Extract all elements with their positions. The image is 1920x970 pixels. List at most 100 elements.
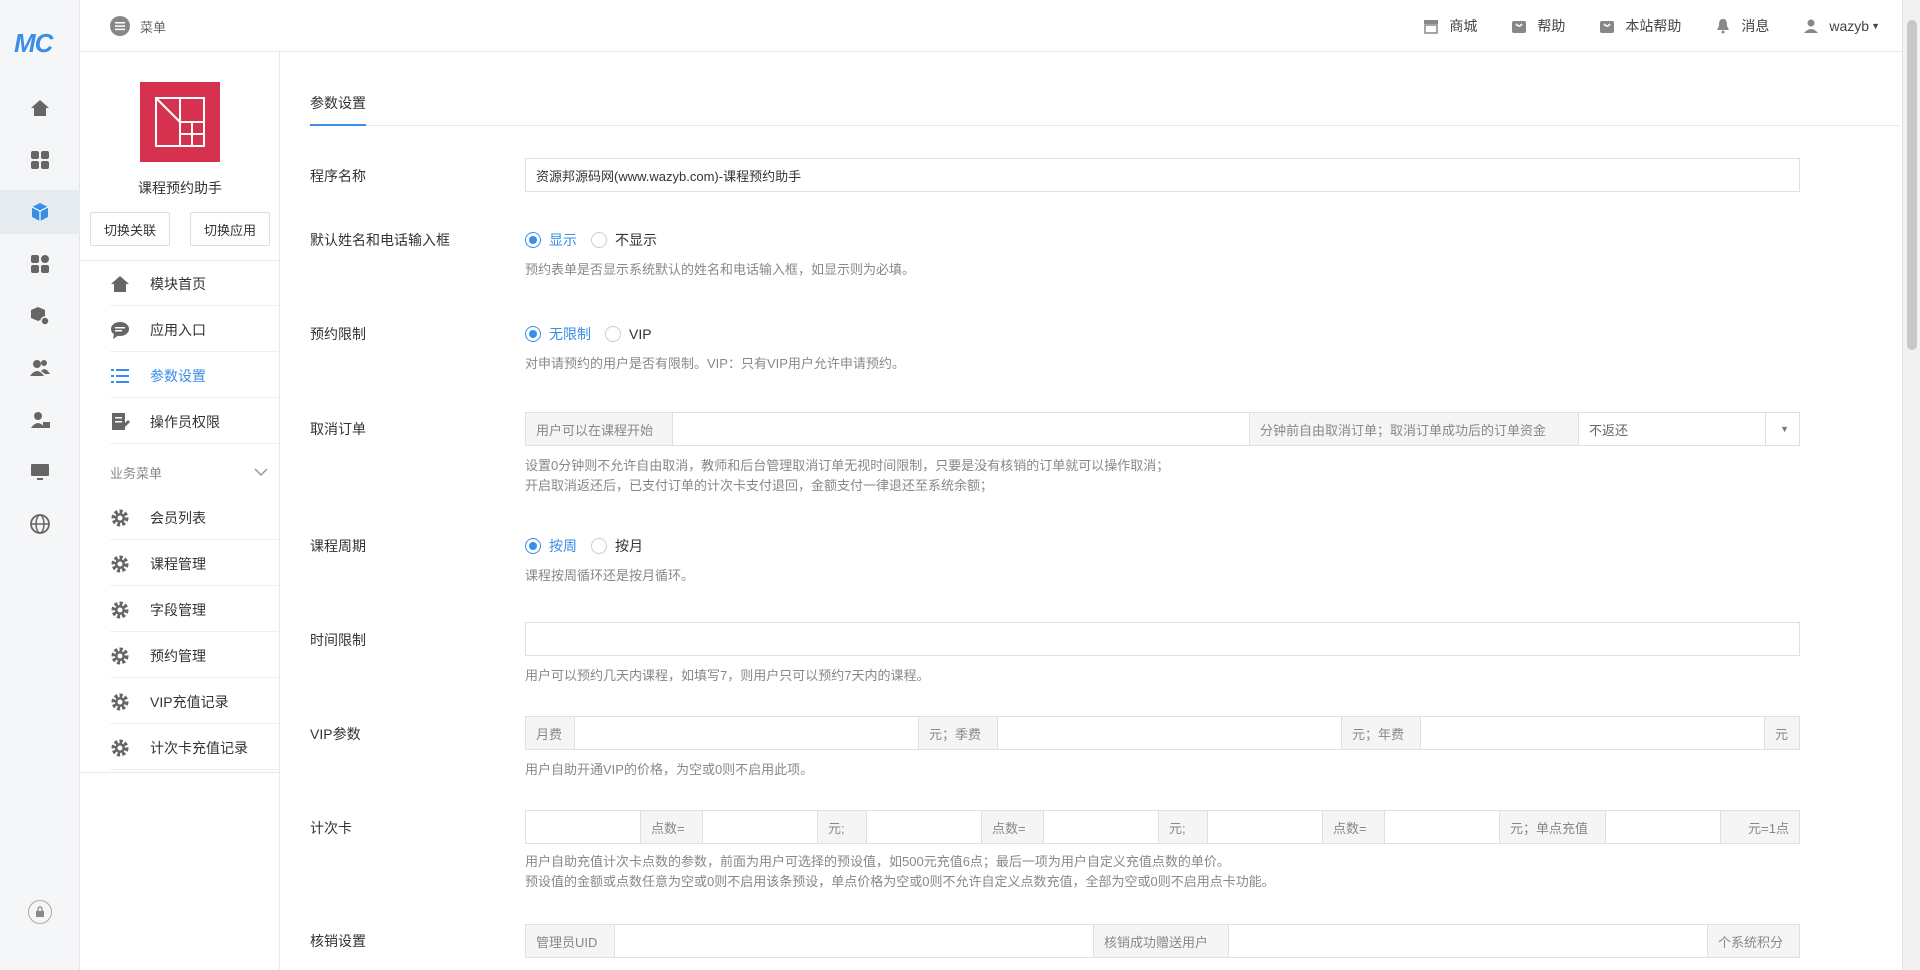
chevron-down-icon [254, 465, 268, 480]
limit-hint: 对申请预约的用户是否有限制。VIP：只有VIP用户允许申请预约。 [525, 356, 905, 371]
nav-messages[interactable]: 消息 [1715, 16, 1769, 36]
brand-logo[interactable]: MC [14, 28, 53, 59]
home-icon [110, 274, 130, 294]
limit-label: 预约限制 [310, 326, 366, 342]
nav-site-help[interactable]: 本站帮助 [1599, 16, 1681, 36]
card-hint-1: 用户自助充值计次卡点数的参数，前面为用户可选择的预设值，如500元充值6点；最后… [525, 854, 1230, 869]
radio-weekly[interactable] [525, 538, 541, 554]
menu-toggle[interactable]: 菜单 [110, 16, 166, 36]
store-icon [1424, 20, 1439, 34]
verify-gift-input[interactable] [1228, 924, 1708, 958]
time-limit-input[interactable] [525, 622, 1800, 656]
vip-hint: 用户自助开通VIP的价格，为空或0则不启用此项。 [525, 762, 814, 777]
tab-params[interactable]: 参数设置 [310, 88, 366, 126]
vip-year-addon: 元；年费 [1341, 716, 1421, 750]
site-help-icon [1600, 21, 1615, 33]
gear-icon [110, 508, 130, 528]
radio-vip-label: VIP [629, 326, 652, 342]
iconbar-user-lock[interactable] [0, 398, 80, 442]
nav-help-label: 帮助 [1537, 18, 1566, 34]
nav-help[interactable]: 帮助 [1511, 16, 1565, 36]
sidebar-item-params[interactable]: 参数设置 [110, 354, 280, 398]
nav-store[interactable]: 商城 [1423, 16, 1477, 36]
sidebar-item-card-recharge[interactable]: 计次卡充值记录 [110, 726, 280, 770]
radio-monthly[interactable] [591, 538, 607, 554]
name-label: 程序名称 [310, 168, 366, 184]
radio-show-label: 显示 [549, 232, 577, 248]
iconbar-users[interactable] [0, 346, 80, 390]
sidebar-item-fields[interactable]: 字段管理 [110, 588, 280, 632]
sidebar-item-label: 课程管理 [150, 555, 206, 572]
gear-icon [110, 646, 130, 666]
page-scrollbar[interactable] [1902, 0, 1920, 970]
bell-icon [1717, 19, 1730, 34]
radio-vip[interactable] [605, 326, 621, 342]
lock-button[interactable] [28, 900, 52, 924]
card-points-3[interactable] [1384, 810, 1500, 844]
refund-select[interactable]: 不返还 ▼ [1578, 412, 1800, 446]
scrollbar-thumb[interactable] [1907, 20, 1917, 350]
main-content: 参数设置 程序名称 资源邦源码网(www.wazyb.com)-课程预约助手 默… [280, 52, 1900, 970]
document-edit-icon [110, 412, 130, 432]
gear-icon [110, 692, 130, 712]
verify-gift-addon: 核销成功赠送用户 [1093, 924, 1229, 958]
sidebar-item-label: 应用入口 [150, 321, 206, 338]
sidebar-item-operator-perm[interactable]: 操作员权限 [110, 400, 280, 444]
sidebar-item-bookings[interactable]: 预约管理 [110, 634, 280, 678]
sidebar-item-courses[interactable]: 课程管理 [110, 542, 280, 586]
vip-unit-addon: 元 [1764, 716, 1800, 750]
user-icon [1804, 19, 1819, 33]
app-logo [140, 82, 220, 162]
radio-weekly-label: 按周 [549, 538, 577, 554]
cycle-hint: 课程按周循环还是按月循环。 [525, 568, 695, 583]
top-bar: 菜单 商城 帮助 本站帮助 消息 wazyb ▼ [0, 0, 1920, 52]
radio-unlimited[interactable] [525, 326, 541, 342]
card-amount-3[interactable] [1207, 810, 1323, 844]
vip-year-input[interactable] [1420, 716, 1765, 750]
iconbar-package[interactable] [0, 294, 80, 338]
gear-icon [110, 554, 130, 574]
radio-hide-label: 不显示 [615, 232, 657, 248]
iconbar-grid[interactable] [0, 138, 80, 182]
sidebar-item-label: 模块首页 [150, 275, 206, 292]
iconbar-cube[interactable] [0, 190, 80, 234]
program-name-input[interactable]: 资源邦源码网(www.wazyb.com)-课程预约助手 [525, 158, 1800, 192]
show-fields-radio-group: 显示 不显示 [525, 230, 671, 250]
grid-icon [31, 151, 49, 169]
verify-admin-input[interactable] [614, 924, 1094, 958]
vip-quarter-input[interactable] [997, 716, 1342, 750]
nav-site-help-label: 本站帮助 [1625, 18, 1682, 34]
help-bag-icon [1512, 21, 1527, 33]
vip-label: VIP参数 [310, 726, 361, 742]
card-amount-1[interactable] [525, 810, 641, 844]
sidebar-divider [80, 772, 280, 773]
cancel-minutes-input[interactable] [672, 412, 1250, 446]
card-amount-2[interactable] [866, 810, 982, 844]
card-points-1[interactable] [702, 810, 818, 844]
menu-list-icon [110, 16, 130, 36]
biz-menu-toggle[interactable]: 业务菜单 [80, 452, 280, 492]
nav-user[interactable]: wazyb ▼ [1803, 18, 1880, 34]
iconbar-home[interactable] [0, 86, 80, 130]
radio-show[interactable] [525, 232, 541, 248]
sidebar-divider [80, 260, 280, 261]
iconbar-monitor[interactable] [0, 450, 80, 494]
card-single-price[interactable] [1605, 810, 1721, 844]
card-hint-2: 预设值的金额或点数任意为空或0则不启用该条预设，单点价格为空或0则不允许自定义点… [525, 874, 1275, 889]
sidebar-item-vip-recharge[interactable]: VIP充值记录 [110, 680, 280, 724]
vip-monthly-input[interactable] [574, 716, 919, 750]
radio-hide[interactable] [591, 232, 607, 248]
sidebar-item-module-home[interactable]: 模块首页 [110, 262, 280, 306]
sidebar-item-app-entry[interactable]: 应用入口 [110, 308, 280, 352]
card-single-addon: 元；单点充值 [1499, 810, 1606, 844]
switch-app-button[interactable]: 切换应用 [190, 212, 270, 246]
switch-link-button[interactable]: 切换关联 [90, 212, 170, 246]
card-yuan-addon-2: 元; [1158, 810, 1208, 844]
card-points-2[interactable] [1043, 810, 1159, 844]
time-limit-hint: 用户可以预约几天内课程，如填写7，则用户只可以预约7天内的课程。 [525, 668, 930, 683]
caret-down-icon: ▼ [1765, 413, 1789, 445]
iconbar-globe[interactable] [0, 502, 80, 546]
sidebar-item-label: 预约管理 [150, 647, 206, 664]
sidebar-item-members[interactable]: 会员列表 [110, 496, 280, 540]
iconbar-apps[interactable] [0, 242, 80, 286]
